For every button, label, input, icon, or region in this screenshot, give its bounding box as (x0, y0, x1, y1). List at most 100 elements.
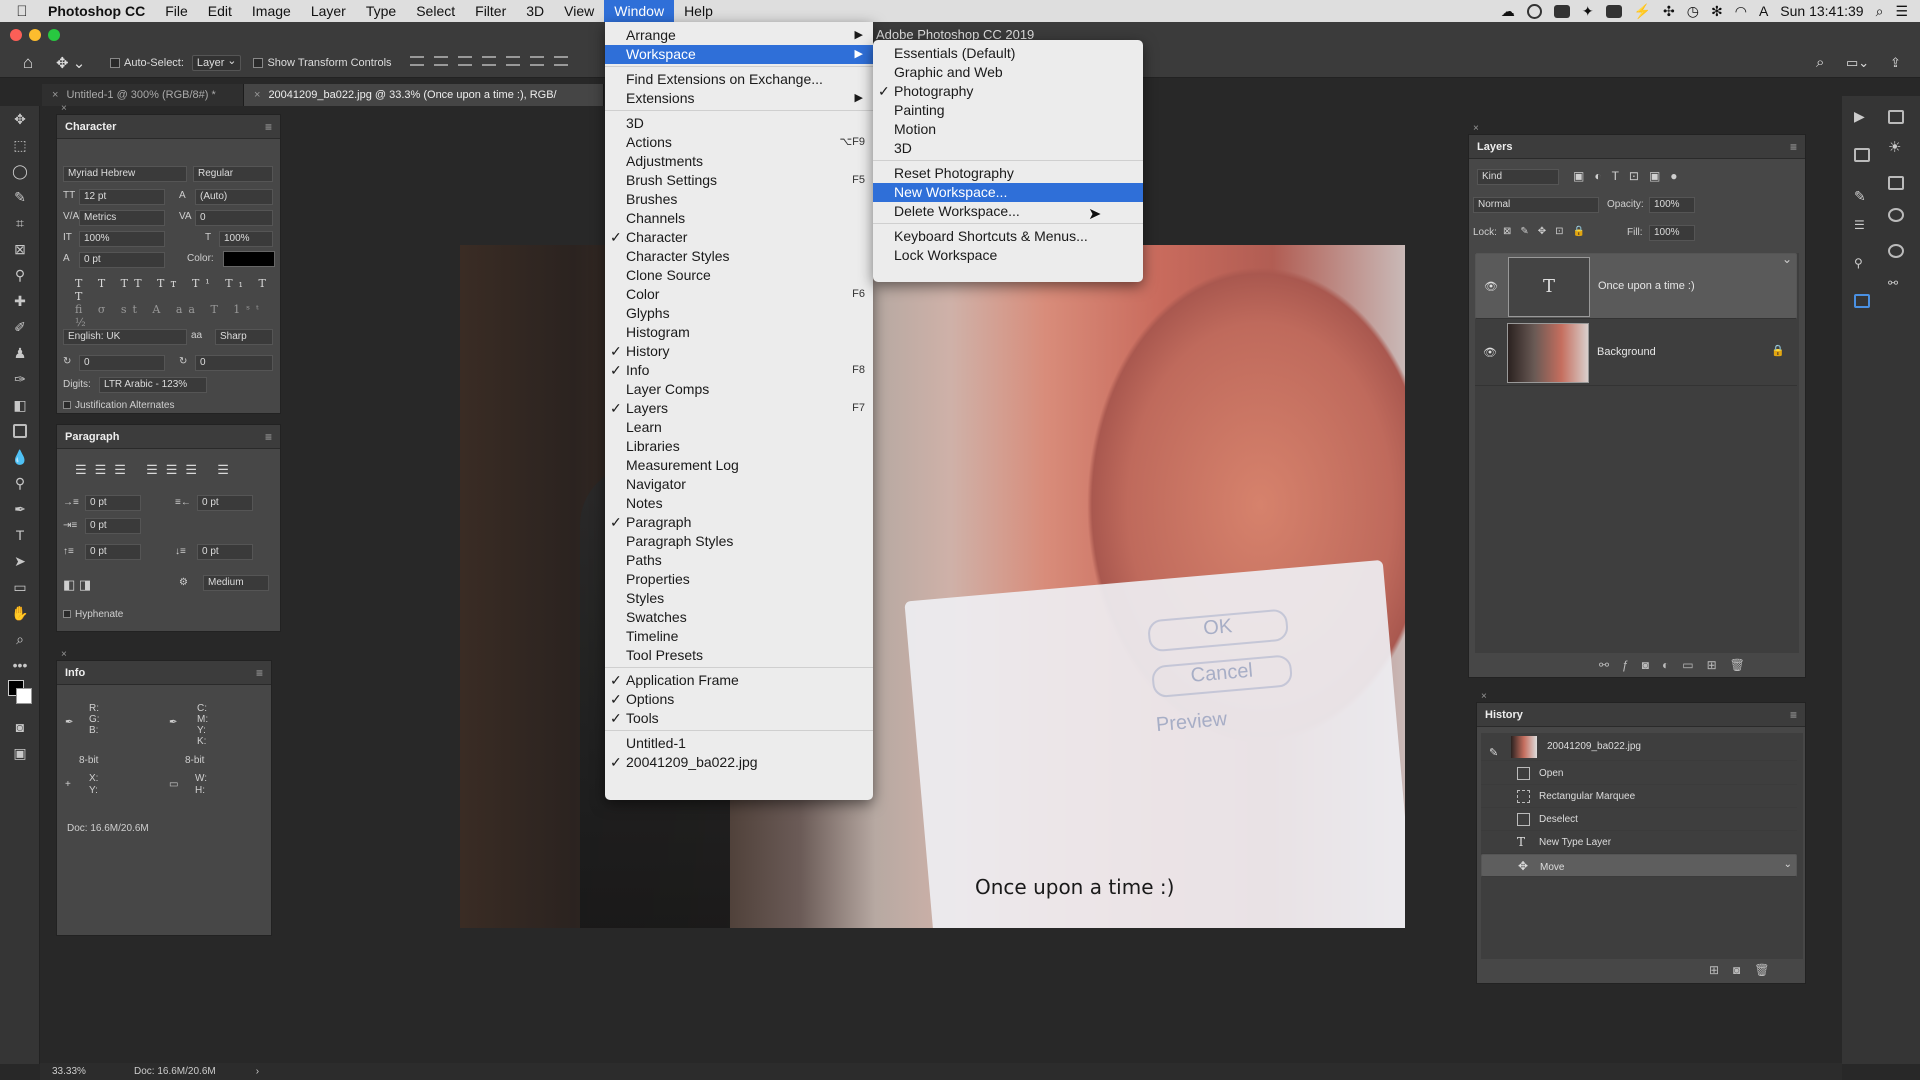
layer-name[interactable]: Once upon a time :) (1598, 280, 1695, 292)
window-menu-item-timeline[interactable]: Timeline (605, 627, 873, 646)
menu-view[interactable]: View (554, 0, 604, 22)
drive-icon[interactable] (1605, 4, 1622, 18)
properties-icon[interactable] (1854, 148, 1870, 162)
workspace-menu-item-graphic-and-web[interactable]: Graphic and Web (873, 63, 1143, 82)
auto-select-dropdown[interactable]: Layer (191, 54, 242, 71)
paragraph-styles-icon[interactable] (1854, 294, 1870, 308)
history-step[interactable]: ✥ Move (1481, 853, 1797, 877)
zoom-level[interactable]: 33.33% (40, 1066, 96, 1077)
box-icon[interactable]: ✦ (1582, 3, 1594, 20)
rotation-field-2[interactable]: 0 (195, 355, 273, 371)
lock-icons[interactable]: ⊠✎✥⊡🔒 (1503, 226, 1594, 237)
history-step[interactable]: Open (1481, 762, 1797, 785)
panel-close-icon[interactable]: × (1481, 691, 1487, 702)
language-dropdown[interactable]: English: UK (63, 329, 187, 345)
panel-menu-icon[interactable]: ≡ (265, 120, 272, 134)
justification-alternates-checkbox[interactable]: Justification Alternates (63, 400, 175, 411)
hyphenate-box[interactable] (63, 610, 71, 619)
window-menu-item-info[interactable]: ✓ Info F8 (605, 361, 873, 380)
libraries-icon[interactable] (1888, 176, 1904, 190)
healing-tool-icon[interactable]: ✚ (0, 288, 40, 314)
digits-dropdown[interactable]: LTR Arabic - 123% (99, 377, 207, 393)
close-tab-icon[interactable]: × (52, 89, 58, 101)
input-source-icon[interactable]: A (1759, 3, 1768, 19)
layer-row-text[interactable]: 👁 T Once upon a time :) (1475, 252, 1797, 319)
window-menu-item-extensions[interactable]: Extensions ▶ (605, 89, 873, 108)
window-menu-item-glyphs[interactable]: Glyphs (605, 304, 873, 323)
dropbox-icon[interactable] (1553, 4, 1570, 18)
apple-icon[interactable]:  (0, 3, 44, 20)
quick-mask-icon[interactable]: ◙ (0, 714, 40, 740)
tab-untitled[interactable]: × Untitled-1 @ 300% (RGB/8#) * (42, 84, 244, 106)
brush-settings-icon[interactable]: ✎ (1854, 188, 1870, 204)
workspace-menu-item-new-workspace[interactable]: New Workspace... (873, 183, 1143, 202)
window-menu-item-styles[interactable]: Styles (605, 589, 873, 608)
bluetooth-icon[interactable]: ✻ (1711, 3, 1723, 20)
window-menu-item-navigator[interactable]: Navigator (605, 475, 873, 494)
layer-name[interactable]: Background (1597, 346, 1656, 358)
panel-menu-icon[interactable]: ≡ (265, 430, 272, 444)
close-window-button[interactable] (10, 29, 22, 41)
more-tools-icon[interactable]: ••• (0, 652, 40, 678)
window-menu-item-arrange[interactable]: Arrange ▶ (605, 26, 873, 45)
document-canvas[interactable]: OK Cancel Preview Once upon a time :) (460, 245, 1405, 928)
auto-select-checkbox-box[interactable] (110, 57, 120, 68)
share-icon[interactable]: ⇪ (1890, 55, 1901, 71)
blend-mode-dropdown[interactable]: Normal (1473, 197, 1599, 213)
vertical-scale-field[interactable]: 100% (79, 231, 165, 247)
rotation-field-1[interactable]: 0 (79, 355, 165, 371)
window-menu-item-paragraph[interactable]: ✓ Paragraph (605, 513, 873, 532)
workspace-menu-item-photography[interactable]: ✓ Photography (873, 82, 1143, 101)
window-menu-item-adjustments[interactable]: Adjustments (605, 152, 873, 171)
workspace-menu-item-essentials-default[interactable]: Essentials (Default) (873, 44, 1143, 63)
menu-layer[interactable]: Layer (301, 0, 356, 22)
pen-tool-icon[interactable]: ✒ (0, 496, 40, 522)
window-menu-item-color[interactable]: Color F6 (605, 285, 873, 304)
history-brush-tool-icon[interactable]: ✑ (0, 366, 40, 392)
history-footer-buttons[interactable]: ⊞◙🗑 (1709, 963, 1784, 977)
frame-tool-icon[interactable]: ⊠ (0, 236, 40, 262)
window-menu-item-brushes[interactable]: Brushes (605, 190, 873, 209)
font-size-field[interactable]: 12 pt (79, 189, 165, 205)
auto-select-checkbox[interactable]: Auto-Select: (110, 57, 184, 69)
sync-icon[interactable] (1526, 3, 1542, 19)
move-tool-preset-icon[interactable]: ✥ ⌄ (56, 54, 96, 72)
crop-tool-icon[interactable]: ⌗ (0, 210, 40, 236)
swatches-icon[interactable] (1888, 244, 1904, 258)
color-icon[interactable] (1888, 208, 1904, 222)
layers-footer-buttons[interactable]: ⚯ƒ◙◐▭⊞🗑 (1599, 658, 1758, 672)
compose-dropdown[interactable]: Medium (203, 575, 269, 591)
menu-edit[interactable]: Edit (198, 0, 242, 22)
alignment-buttons[interactable]: ☰☰☰ ☰☰☰ ☰ (75, 463, 237, 478)
window-menu-item-learn[interactable]: Learn (605, 418, 873, 437)
workspace-menu-item-delete-workspace[interactable]: Delete Workspace... (873, 202, 1143, 221)
panel-menu-icon[interactable]: ≡ (1790, 708, 1797, 722)
search-icon[interactable]: ⌕ (1816, 54, 1824, 71)
history-step[interactable]: Rectangular Marquee (1481, 785, 1797, 808)
space-before-field[interactable]: 0 pt (85, 544, 141, 560)
zoom-tool-icon[interactable]: ⌕ (0, 626, 40, 652)
leading-field[interactable]: (Auto) (195, 189, 273, 205)
fill-field[interactable]: 100% (1649, 225, 1695, 241)
align-vcenter-icon[interactable] (505, 56, 520, 66)
indent-right-field[interactable]: 0 pt (197, 495, 253, 511)
canvas-text-layer[interactable]: Once upon a time :) (975, 875, 1174, 899)
direction-buttons[interactable]: ◧ ◨ (63, 577, 91, 593)
clock[interactable]: Sun 13:41:39 (1780, 3, 1863, 19)
bolt-icon[interactable]: ⚡ (1634, 3, 1651, 20)
history-step[interactable]: Deselect (1481, 808, 1797, 831)
rectangle-tool-icon[interactable]: ▭ (0, 574, 40, 600)
workspace-menu-item-motion[interactable]: Motion (873, 120, 1143, 139)
transform-controls-box[interactable] (253, 57, 264, 68)
window-menu-item-actions[interactable]: Actions ⌥F9 (605, 133, 873, 152)
window-menu-item-properties[interactable]: Properties (605, 570, 873, 589)
menu-file[interactable]: File (155, 0, 198, 22)
window-menu-item-layer-comps[interactable]: Layer Comps (605, 380, 873, 399)
window-menu-item-character[interactable]: ✓ Character (605, 228, 873, 247)
sliders-icon[interactable]: ☰ (1854, 218, 1870, 232)
app-menu[interactable]: Photoshop CC (44, 3, 155, 19)
menu-filter[interactable]: Filter (465, 0, 516, 22)
layer-row-background[interactable]: 👁 Background 🔒 (1475, 320, 1797, 386)
window-menu-item-histogram[interactable]: Histogram (605, 323, 873, 342)
window-menu-item-paragraph-styles[interactable]: Paragraph Styles (605, 532, 873, 551)
